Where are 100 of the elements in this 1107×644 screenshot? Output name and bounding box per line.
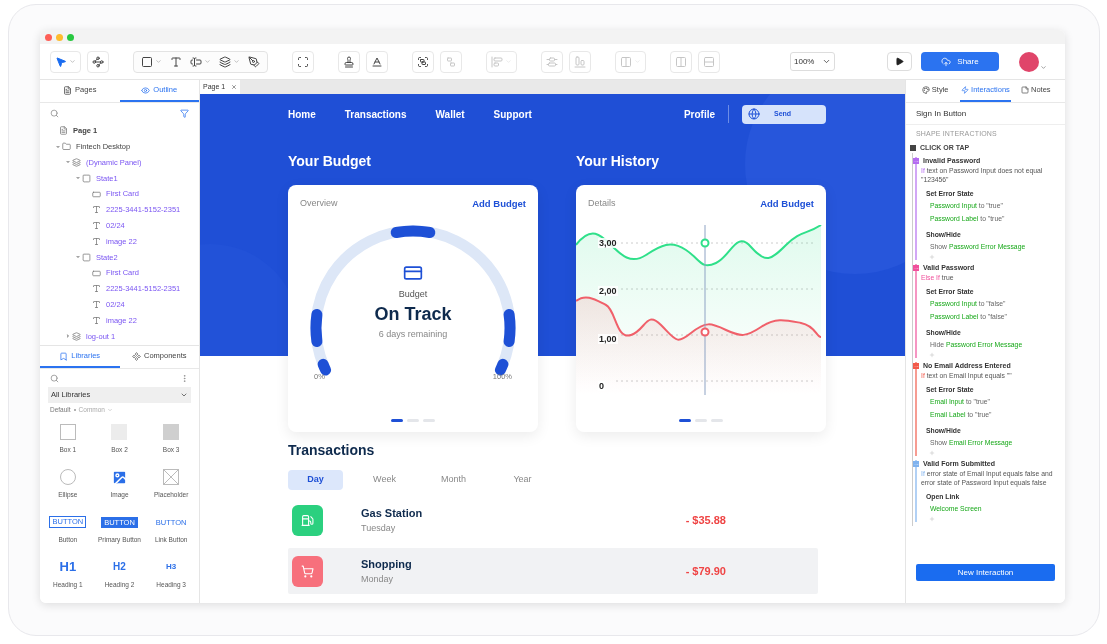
- close-window-button[interactable]: [45, 33, 52, 41]
- add-action-icon[interactable]: [929, 254, 935, 260]
- gauge-caption: Budget: [398, 288, 428, 302]
- note-icon: [1021, 86, 1029, 94]
- collapse-icon[interactable]: [913, 461, 919, 467]
- minimize-window-button[interactable]: [56, 33, 63, 41]
- period-tab[interactable]: Week: [357, 470, 412, 490]
- collapse-caret-icon[interactable]: [64, 333, 71, 340]
- budget-status: On Track: [374, 302, 452, 326]
- section-title: Your History: [576, 152, 660, 171]
- box-preview: [163, 424, 180, 440]
- group-icon: [417, 55, 429, 68]
- transaction-day: Monday: [361, 572, 412, 586]
- rectangle-icon: [141, 55, 153, 68]
- avatar[interactable]: [1019, 51, 1039, 72]
- palette-icon: [921, 86, 930, 94]
- add-action-icon[interactable]: [929, 352, 935, 358]
- state-icon: [82, 173, 91, 183]
- page-icon: [63, 85, 73, 95]
- lightning-icon: [961, 86, 970, 94]
- period-tab[interactable]: Month: [426, 470, 481, 490]
- text-icon: [92, 236, 101, 246]
- add-action-icon[interactable]: [929, 516, 935, 522]
- text-icon: [170, 55, 182, 68]
- zoom-select[interactable]: 100%: [790, 52, 836, 71]
- expand-caret-icon[interactable]: [74, 254, 81, 261]
- axis-label: 3,00: [598, 238, 618, 249]
- nav-link[interactable]: Wallet: [435, 106, 465, 122]
- collapse-icon[interactable]: [913, 363, 919, 369]
- heading-preview: H3: [166, 561, 177, 573]
- add-budget-link[interactable]: Add Budget: [472, 197, 526, 212]
- caret-icon: [155, 58, 162, 65]
- share-button[interactable]: Share: [921, 52, 999, 71]
- box-preview: [59, 424, 76, 440]
- period-tab[interactable]: Day: [288, 470, 343, 490]
- transaction-day: Tuesday: [361, 521, 423, 535]
- chevron-down-icon: [180, 391, 188, 399]
- layers-icon: [72, 158, 81, 167]
- marker-point: [700, 327, 710, 337]
- profile-link[interactable]: Profile: [683, 106, 715, 122]
- eye-icon: [141, 85, 151, 95]
- play-icon: [895, 57, 904, 66]
- components-icon: [132, 351, 141, 361]
- ungroup-icon: [445, 55, 457, 68]
- expand-caret-icon[interactable]: [64, 159, 71, 166]
- state-icon: [82, 252, 91, 262]
- preview-button[interactable]: [887, 52, 912, 71]
- globe-icon: [748, 108, 760, 120]
- search-icon[interactable]: [50, 108, 59, 118]
- expand-caret-icon[interactable]: [74, 175, 81, 182]
- card-label: Details: [588, 197, 616, 211]
- search-icon[interactable]: [50, 373, 59, 383]
- transaction-amount: - $35.88: [685, 512, 726, 528]
- input-icon: [190, 55, 202, 68]
- caret-icon: [233, 58, 240, 65]
- rectangle-icon: [92, 268, 101, 278]
- period-tab[interactable]: Year: [495, 470, 550, 490]
- card-label: Overview: [300, 197, 338, 211]
- align-icon: [491, 55, 503, 68]
- merchant-name: Shopping: [361, 557, 412, 572]
- new-interaction-button[interactable]: New Interaction: [916, 564, 1055, 581]
- stamp-icon: [343, 55, 355, 68]
- close-icon[interactable]: [231, 84, 238, 90]
- nav-link[interactable]: Home: [288, 106, 316, 122]
- merchant-name: Gas Station: [361, 506, 423, 521]
- nav-link[interactable]: Support: [493, 106, 532, 122]
- layers-icon: [72, 331, 81, 341]
- filter-icon[interactable]: [180, 108, 189, 118]
- pen-icon: [248, 55, 260, 68]
- chevron-down-icon: [822, 57, 832, 66]
- collapse-icon[interactable]: [913, 158, 919, 164]
- nav-link[interactable]: Transactions: [344, 106, 407, 122]
- heading-preview: H2: [113, 560, 126, 574]
- element-name: Sign In Button: [906, 103, 1065, 125]
- text-style-icon: [371, 55, 383, 68]
- layers-icon: [219, 55, 231, 68]
- align-bottom-icon: [574, 55, 586, 68]
- caret-icon: [107, 407, 113, 413]
- add-budget-link[interactable]: Add Budget: [760, 197, 814, 212]
- expand-caret-icon[interactable]: [54, 143, 61, 150]
- text-icon: [92, 221, 101, 231]
- maximize-window-button[interactable]: [67, 33, 74, 41]
- text-icon: [92, 284, 101, 294]
- heading-preview: H1: [59, 559, 77, 575]
- bookmark-icon: [59, 351, 69, 361]
- rows-icon: [703, 55, 715, 68]
- fuel-pump-icon: [301, 513, 314, 527]
- section-title: Your Budget: [288, 152, 372, 171]
- connector-icon: [92, 55, 104, 68]
- caret-icon: [69, 58, 76, 65]
- frame-icon: [297, 55, 309, 68]
- collapse-icon[interactable]: [913, 265, 919, 271]
- add-action-icon[interactable]: [929, 450, 935, 456]
- event-icon: [910, 144, 916, 151]
- days-remaining: 6 days remaining: [378, 327, 448, 341]
- page-icon: [59, 126, 68, 136]
- text-icon: [92, 205, 101, 215]
- transaction-row[interactable]: Shopping Monday - $79.90: [288, 548, 818, 594]
- more-icon[interactable]: [180, 373, 189, 383]
- image-icon: [111, 468, 128, 486]
